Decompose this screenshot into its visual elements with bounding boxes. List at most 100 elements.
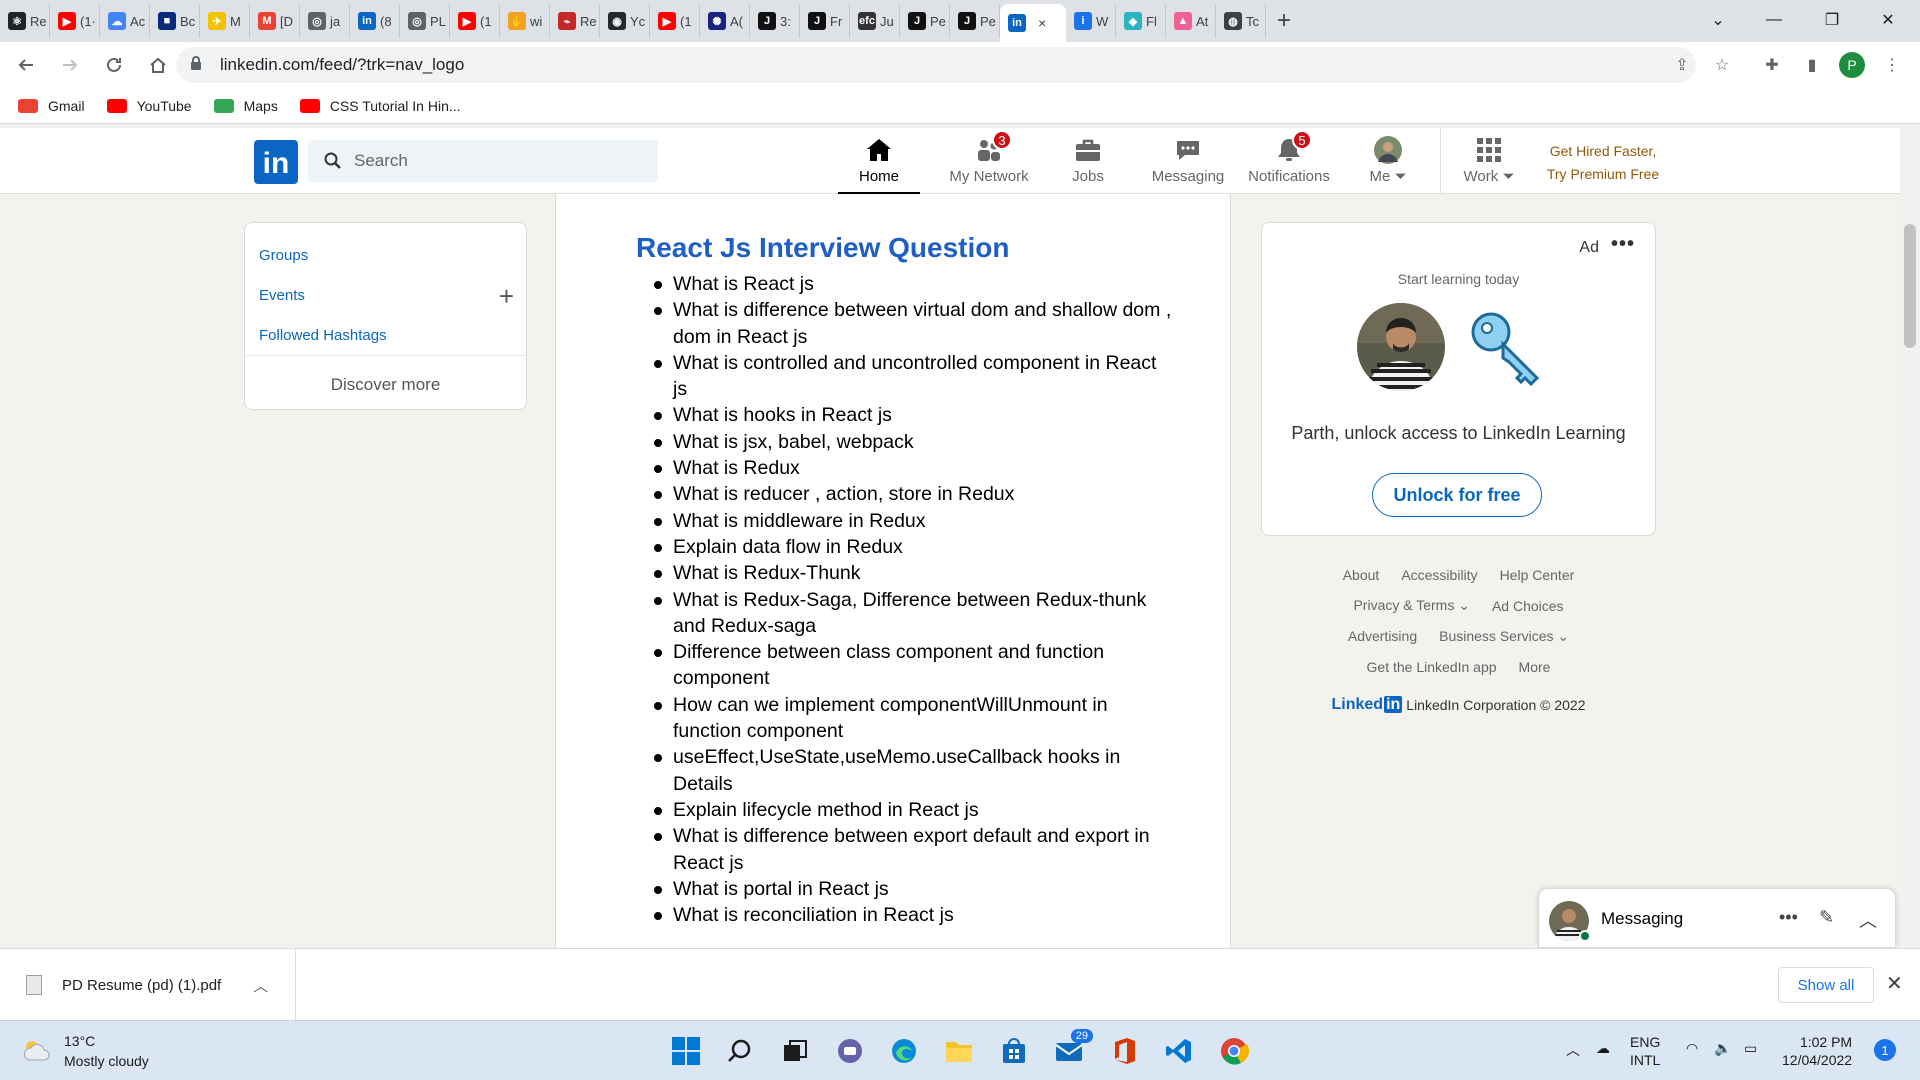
footer-advertising[interactable]: Advertising — [1348, 628, 1417, 644]
browser-tab[interactable]: J Fr — [800, 4, 850, 38]
browser-tab[interactable]: efc Ju — [850, 4, 900, 38]
lock-icon[interactable] — [190, 55, 204, 75]
nav-messaging[interactable]: Messaging — [1148, 134, 1228, 194]
extensions-icon[interactable]: ✚ — [1756, 49, 1788, 81]
chevron-up-icon[interactable]: ︿ — [253, 975, 268, 996]
linkedin-logo[interactable]: in — [254, 140, 298, 184]
edge-icon[interactable] — [886, 1033, 922, 1069]
browser-tab[interactable]: in (8 — [350, 4, 400, 38]
new-tab-button[interactable]: + — [1266, 4, 1302, 38]
footer-business[interactable]: Business Services ⌄ — [1439, 628, 1569, 645]
footer-privacy[interactable]: Privacy & Terms ⌄ — [1353, 597, 1470, 614]
task-view-icon[interactable] — [777, 1033, 813, 1069]
tab-close-icon[interactable]: × — [1038, 15, 1046, 31]
more-icon[interactable]: ••• — [1779, 907, 1798, 928]
profile-avatar[interactable]: P — [1836, 49, 1868, 81]
footer-help[interactable]: Help Center — [1500, 567, 1575, 583]
bookmark-item[interactable]: CSS Tutorial In Hin... — [299, 98, 461, 114]
browser-tab[interactable]: ▲ At — [1166, 4, 1216, 38]
mail-icon[interactable]: 29 — [1051, 1029, 1093, 1069]
premium-link[interactable]: Get Hired Faster, Try Premium Free — [1510, 140, 1696, 186]
minimize-icon[interactable]: — — [1746, 0, 1802, 40]
clock[interactable]: 1:02 PM 12/04/2022 — [1782, 1033, 1852, 1069]
browser-tab[interactable]: J Pe — [900, 4, 950, 38]
volume-icon[interactable]: 🔈 — [1714, 1039, 1731, 1057]
browser-tab[interactable]: ✋ wi — [500, 4, 550, 38]
file-explorer-icon[interactable] — [941, 1033, 977, 1069]
footer-app[interactable]: Get the LinkedIn app — [1367, 659, 1497, 675]
back-icon[interactable] — [8, 47, 44, 83]
more-options-icon[interactable]: ••• — [1611, 233, 1635, 256]
add-event-icon[interactable]: + — [499, 281, 514, 312]
discover-more-button[interactable]: Discover more — [245, 375, 526, 395]
menu-icon[interactable]: ⋮ — [1876, 49, 1908, 81]
bookmark-item[interactable]: Maps — [213, 98, 278, 114]
browser-tab[interactable]: ⚛ Re — [0, 4, 50, 38]
page-scrollbar[interactable] — [1900, 124, 1920, 948]
scrollbar-thumb[interactable] — [1904, 224, 1916, 348]
browser-tab[interactable]: ◉ Yc — [600, 4, 650, 38]
browser-tab[interactable]: ◍ Tc — [1216, 4, 1266, 38]
bookmark-item[interactable]: YouTube — [106, 98, 192, 114]
search-input[interactable]: Search — [308, 140, 658, 182]
bookmark-star-icon[interactable]: ☆ — [1706, 49, 1738, 81]
forward-icon[interactable] — [52, 47, 88, 83]
vscode-icon[interactable] — [1161, 1033, 1197, 1069]
battery-icon[interactable]: ▭ — [1744, 1039, 1757, 1057]
show-all-button[interactable]: Show all — [1778, 967, 1874, 1003]
browser-tab[interactable]: ✈ M — [200, 4, 250, 38]
wifi-icon[interactable]: ◠ — [1686, 1039, 1698, 1057]
bookmark-item[interactable]: Gmail — [18, 98, 85, 114]
nav-home[interactable]: Home — [838, 134, 920, 194]
download-item[interactable]: PD Resume (pd) (1).pdf ︿ — [0, 949, 296, 1021]
browser-tab[interactable]: M [D — [250, 4, 300, 38]
footer-accessibility[interactable]: Accessibility — [1401, 567, 1477, 583]
groups-link[interactable]: Groups — [259, 247, 308, 264]
followed-hashtags-link[interactable]: Followed Hashtags — [259, 327, 387, 344]
browser-tab[interactable]: ▶ (1 — [450, 4, 500, 38]
notification-badge[interactable]: 1 — [1874, 1039, 1896, 1061]
address-bar[interactable]: linkedin.com/feed/?trk=nav_logo — [176, 47, 1696, 83]
chevron-up-icon[interactable]: ︿ — [1859, 907, 1877, 933]
tab-search-icon[interactable]: ⌄ — [1690, 0, 1746, 40]
events-link[interactable]: Events — [259, 287, 305, 304]
chrome-icon[interactable] — [1216, 1033, 1252, 1069]
browser-tab[interactable]: J 3: — [750, 4, 800, 38]
store-icon[interactable] — [996, 1033, 1032, 1069]
close-downloads-icon[interactable]: ✕ — [1886, 971, 1903, 996]
nav-my-network[interactable]: 3 My Network — [944, 130, 1034, 194]
browser-tab-active[interactable]: in × — [1000, 4, 1066, 42]
weather-widget[interactable]: 13°C Mostly cloudy — [22, 1031, 149, 1071]
unlock-button[interactable]: Unlock for free — [1372, 473, 1542, 517]
window-close-icon[interactable]: ✕ — [1860, 0, 1916, 40]
language-indicator[interactable]: ENG INTL — [1630, 1033, 1660, 1069]
browser-tab[interactable]: iW — [1066, 4, 1116, 38]
compose-icon[interactable]: ✎ — [1819, 907, 1834, 928]
teams-chat-icon[interactable] — [832, 1033, 868, 1069]
browser-tab[interactable]: ✺ A( — [700, 4, 750, 38]
browser-tab[interactable]: ◆ Fl — [1116, 4, 1166, 38]
browser-tab[interactable]: ☁ Ac — [100, 4, 150, 38]
footer-more[interactable]: More — [1519, 659, 1551, 675]
footer-about[interactable]: About — [1343, 567, 1380, 583]
footer-adchoices[interactable]: Ad Choices — [1492, 598, 1564, 614]
side-panel-icon[interactable]: ▮ — [1796, 49, 1828, 81]
share-icon[interactable]: ⇪ — [1666, 49, 1698, 81]
browser-tab[interactable]: ◎ PL — [400, 4, 450, 38]
nav-me[interactable]: Me ⏷ — [1358, 134, 1418, 194]
browser-tab[interactable]: ▶ (1· — [50, 4, 100, 38]
restore-icon[interactable]: ❐ — [1804, 0, 1860, 40]
windows-start-icon[interactable] — [668, 1033, 704, 1069]
browser-tab[interactable]: ▶ (1 — [650, 4, 700, 38]
show-hidden-icons[interactable]: ︿ — [1566, 1041, 1580, 1059]
url-text[interactable]: linkedin.com/feed/?trk=nav_logo — [220, 55, 464, 75]
browser-tab[interactable]: ⌁ Re — [550, 4, 600, 38]
browser-tab[interactable]: ■ Bc — [150, 4, 200, 38]
browser-tab[interactable]: J Pe — [950, 4, 1000, 38]
reload-icon[interactable] — [96, 47, 132, 83]
nav-jobs[interactable]: Jobs — [1048, 134, 1128, 194]
browser-tab[interactable]: ◎ ja — [300, 4, 350, 38]
nav-notifications[interactable]: 5 Notifications — [1244, 130, 1334, 194]
onedrive-icon[interactable]: ☁ — [1596, 1039, 1610, 1057]
messaging-dock[interactable]: Messaging ••• ✎ ︿ — [1538, 888, 1896, 948]
